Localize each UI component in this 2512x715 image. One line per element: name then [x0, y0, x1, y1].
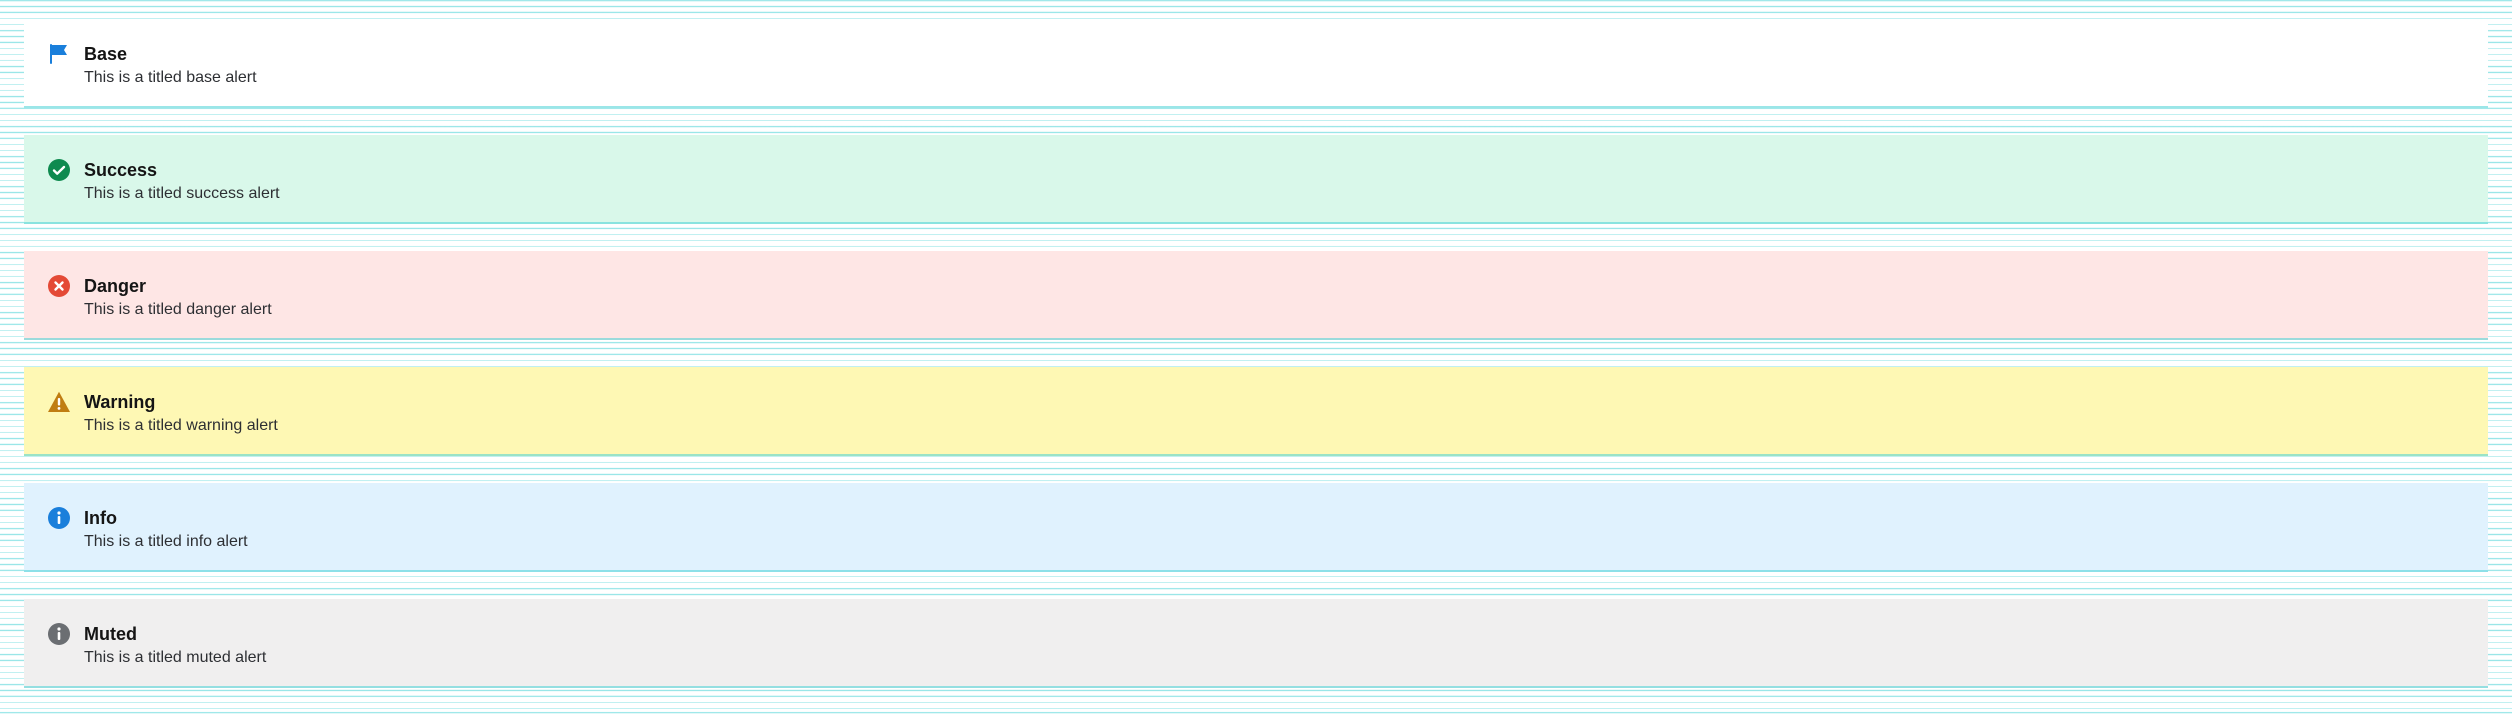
alert-message: This is a titled muted alert — [84, 649, 267, 666]
alert-base: Base This is a titled base alert — [24, 19, 2488, 108]
alert-title: Success — [84, 160, 158, 180]
alert-danger: Danger This is a titled danger alert — [24, 251, 2488, 340]
alert-list: Base This is a titled base alert Success… — [24, 19, 2488, 715]
x-circle-icon — [47, 274, 71, 298]
info-circle-icon — [47, 506, 71, 530]
alert-title: Base — [84, 44, 128, 64]
alert-message: This is a titled warning alert — [84, 417, 278, 434]
alert-message: This is a titled success alert — [84, 185, 280, 202]
alert-info: Info This is a titled info alert — [24, 483, 2488, 572]
alert-title: Danger — [84, 276, 147, 296]
alert-title: Info — [84, 508, 117, 528]
alert-message: This is a titled danger alert — [84, 301, 272, 318]
alert-title: Warning — [84, 392, 156, 412]
alert-message: This is a titled base alert — [84, 69, 257, 86]
alert-message: This is a titled info alert — [84, 533, 248, 550]
flag-icon — [47, 42, 71, 66]
alert-success: Success This is a titled success alert — [24, 135, 2488, 224]
alert-warning: Warning This is a titled warning alert — [24, 367, 2488, 456]
check-circle-icon — [47, 158, 71, 182]
alert-muted: Muted This is a titled muted alert — [24, 599, 2488, 688]
info-circle-icon — [47, 622, 71, 646]
alert-title: Muted — [84, 624, 137, 644]
warning-triangle-icon — [47, 390, 71, 414]
